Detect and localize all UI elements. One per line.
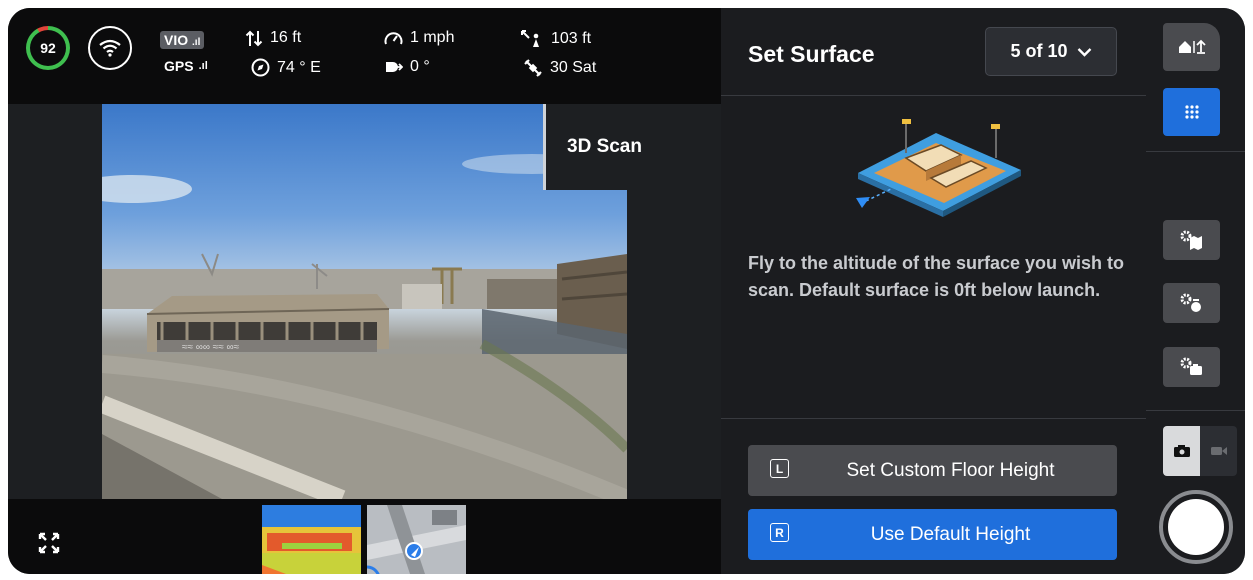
battery-indicator: 92: [26, 26, 70, 70]
speed-value: 1 mph: [410, 29, 455, 46]
gps-signal: GPS .ıl: [164, 58, 208, 74]
use-default-height-label: Use Default Height: [870, 523, 1031, 545]
controller-key-r: R: [770, 523, 789, 542]
heading-value: 74 ° E: [277, 58, 321, 76]
use-default-height-button[interactable]: R Use Default Height: [748, 509, 1117, 560]
video-icon: [1210, 447, 1227, 455]
satellite-readout: 30 Sat: [523, 58, 596, 78]
camera-gear-icon: [1180, 357, 1202, 375]
vio-signal: VIO .ıl: [160, 31, 205, 49]
panel-title: Set Surface: [748, 41, 875, 67]
camera-icon: [1173, 445, 1190, 457]
surface-illustration: [846, 113, 1026, 228]
rail-divider-1: [1146, 151, 1245, 152]
grid-button[interactable]: [1163, 88, 1220, 136]
wifi-icon[interactable]: [88, 26, 132, 70]
panel-description: Fly to the altitude of the surface you w…: [748, 253, 1125, 300]
home-altitude-icon: [1178, 39, 1206, 54]
vio-label: VIO: [164, 32, 189, 48]
obstacle-settings-button[interactable]: [1163, 283, 1220, 323]
heading-readout: 74 ° E: [251, 58, 321, 77]
map-thumbnail[interactable]: [367, 505, 466, 574]
instruction-panel: Set Surface 5 of 10 Fly to the altitude …: [721, 8, 1146, 574]
mode-panel: 3D Scan: [543, 104, 724, 190]
tool-rail: [1146, 8, 1245, 574]
thermal-thumbnail[interactable]: [262, 505, 361, 574]
telemetry-bar: 92 VIO .ıl GPS .ıl 16 ft 74 ° E 1 mph 0 °: [8, 8, 721, 104]
shutter-button[interactable]: [1159, 490, 1233, 564]
distance-readout: 103 ft: [520, 29, 591, 49]
obstacle-gear-icon: [1180, 293, 1201, 312]
chevron-down-icon: [1077, 47, 1091, 57]
map-gear-icon: [1180, 230, 1202, 250]
set-custom-floor-height-label: Set Custom Floor Height: [846, 459, 1055, 481]
svg-text:≈≈ ∞∞ ≈≈ ∞≈: ≈≈ ∞∞ ≈≈ ∞≈: [182, 342, 240, 353]
home-altitude-button[interactable]: [1163, 23, 1220, 71]
grid-icon: [1184, 105, 1199, 119]
altitude-arrows-icon: [245, 30, 263, 46]
gps-label: GPS: [164, 58, 194, 74]
shutter-core: [1168, 499, 1224, 555]
satellite-icon: [524, 59, 542, 77]
bottom-bar: [8, 499, 721, 574]
set-custom-floor-height-button[interactable]: L Set Custom Floor Height: [748, 445, 1117, 496]
video-mode-button[interactable]: [1200, 426, 1237, 476]
camera-settings-button[interactable]: [1163, 347, 1220, 387]
altitude-readout: 16 ft: [245, 29, 301, 47]
panel-divider-bottom: [721, 418, 1146, 419]
gimbal-icon: [386, 62, 403, 72]
gimbal-value: 0 °: [410, 58, 430, 75]
step-label: 5 of 10: [1010, 41, 1068, 61]
rail-divider-2: [1146, 410, 1245, 411]
expand-icon[interactable]: [36, 530, 62, 556]
photo-mode-button[interactable]: [1163, 426, 1200, 476]
altitude-value: 16 ft: [270, 29, 302, 46]
step-selector[interactable]: 5 of 10: [985, 27, 1117, 76]
satellite-count: 30 Sat: [550, 59, 597, 76]
speed-readout: 1 mph: [384, 29, 454, 47]
distance-icon: [521, 30, 539, 47]
battery-level: 92: [30, 30, 66, 66]
map-settings-button[interactable]: [1163, 220, 1220, 260]
gimbal-readout: 0 °: [384, 58, 430, 76]
app-frame: 92 VIO .ıl GPS .ıl 16 ft 74 ° E 1 mph 0 °: [8, 8, 1245, 574]
compass-icon: [251, 58, 270, 77]
controller-key-l: L: [770, 459, 789, 478]
panel-divider-top: [721, 95, 1146, 96]
feed-left-margin: [8, 104, 102, 499]
distance-value: 103 ft: [551, 30, 592, 47]
mode-label: 3D Scan: [567, 136, 642, 157]
capture-mode-toggle[interactable]: [1163, 426, 1237, 476]
speedometer-icon: [384, 31, 403, 44]
